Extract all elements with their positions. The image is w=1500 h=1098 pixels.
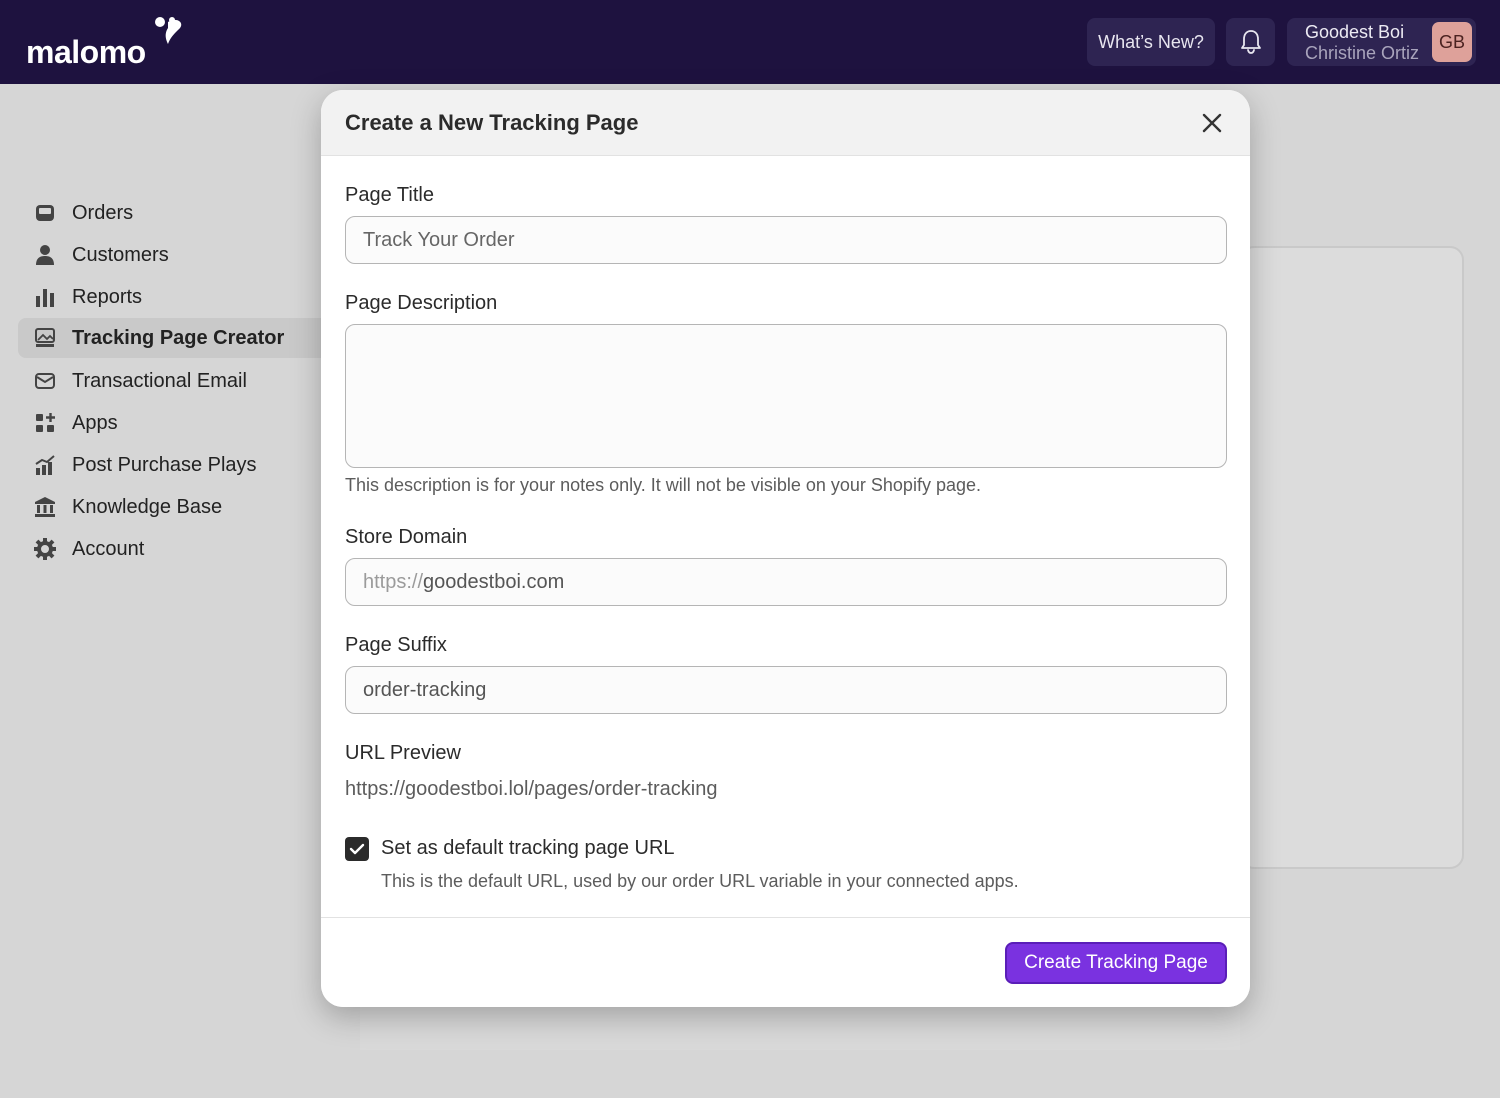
close-button[interactable] — [1197, 108, 1227, 138]
sidebar-item-reports[interactable]: Reports — [18, 277, 338, 317]
bank-icon — [34, 496, 56, 518]
modal-header: Create a New Tracking Page — [321, 90, 1250, 156]
sidebar-item-apps[interactable]: Apps — [18, 403, 338, 443]
page-title-label: Page Title — [345, 184, 434, 206]
top-bar: malomo What’s New? Goodest Boi Christine… — [0, 0, 1500, 84]
sidebar-item-label: Tracking Page Creator — [72, 326, 285, 349]
store-domain-value: goodestboi.com — [423, 570, 565, 593]
sidebar-item-account[interactable]: Account — [18, 529, 338, 569]
modal-title: Create a New Tracking Page — [345, 110, 639, 135]
sidebar-item-label: Transactional Email — [72, 369, 247, 392]
inbox-icon — [34, 202, 56, 224]
sidebar-item-label: Apps — [72, 411, 118, 434]
page-title-placeholder: Track Your Order — [363, 228, 515, 251]
sidebar-item-tracking-page-creator[interactable]: Tracking Page Creator — [18, 318, 338, 358]
default-url-checkbox[interactable] — [345, 837, 369, 861]
sidebar-item-label: Customers — [72, 243, 169, 266]
bar-chart-icon — [34, 286, 56, 308]
notifications-button[interactable] — [1226, 18, 1275, 66]
store-domain-input[interactable]: https://goodestboi.com — [345, 558, 1227, 606]
bell-icon — [1240, 30, 1261, 54]
envelope-icon — [34, 370, 56, 392]
modal-footer: Create Tracking Page — [321, 917, 1250, 1007]
page-suffix-label: Page Suffix — [345, 634, 447, 656]
person-icon — [34, 244, 56, 266]
sidebar-item-knowledge-base[interactable]: Knowledge Base — [18, 487, 338, 527]
store-name: Goodest Boi — [1305, 22, 1405, 42]
sidebar: Orders Customers Reports Tracking Page C… — [0, 84, 360, 1098]
page-description-label: Page Description — [345, 292, 498, 314]
malomo-logo[interactable]: malomo — [26, 16, 182, 72]
sidebar-item-orders[interactable]: Orders — [18, 193, 338, 233]
logo-text: malomo — [26, 34, 146, 70]
whats-new-button[interactable]: What’s New? — [1087, 18, 1215, 66]
sidebar-item-label: Account — [72, 537, 145, 560]
store-domain-label: Store Domain — [345, 526, 468, 548]
checkmark-icon — [349, 843, 365, 855]
growth-chart-icon — [34, 454, 56, 476]
page-description-help: This description is for your notes only.… — [345, 475, 981, 495]
page-suffix-input[interactable]: order-tracking — [345, 666, 1227, 714]
page-suffix-value: order-tracking — [363, 678, 487, 701]
page-title-input[interactable]: Track Your Order — [345, 216, 1227, 264]
store-domain-prefix: https:// — [363, 570, 424, 593]
sidebar-item-customers[interactable]: Customers — [18, 235, 338, 275]
url-preview-value: https://goodestboi.lol/pages/order-track… — [345, 778, 718, 800]
page-description-textarea[interactable] — [345, 324, 1227, 468]
url-preview-label: URL Preview — [345, 742, 461, 764]
sidebar-item-transactional-email[interactable]: Transactional Email — [18, 361, 338, 401]
sidebar-item-label: Reports — [72, 285, 143, 308]
logo-mark-icon — [155, 17, 182, 44]
apps-grid-icon — [34, 412, 56, 434]
default-url-label[interactable]: Set as default tracking page URL — [381, 837, 675, 860]
sidebar-item-label: Knowledge Base — [72, 495, 223, 518]
default-url-help: This is the default URL, used by our ord… — [381, 871, 1019, 891]
page-image-icon — [34, 327, 56, 349]
create-tracking-page-button[interactable]: Create Tracking Page — [1005, 942, 1227, 984]
sidebar-item-post-purchase-plays[interactable]: Post Purchase Plays — [18, 445, 338, 485]
avatar: GB — [1432, 22, 1472, 62]
create-tracking-page-modal: Create a New Tracking Page Page Title Tr… — [321, 90, 1250, 1007]
background-card — [1240, 246, 1464, 869]
sidebar-item-label: Post Purchase Plays — [72, 453, 257, 476]
sidebar-item-label: Orders — [72, 201, 134, 224]
gear-icon — [34, 538, 56, 560]
user-menu[interactable]: Goodest Boi Christine Ortiz GB — [1287, 18, 1476, 66]
user-name: Christine Ortiz — [1305, 43, 1420, 63]
close-icon — [1202, 113, 1222, 133]
